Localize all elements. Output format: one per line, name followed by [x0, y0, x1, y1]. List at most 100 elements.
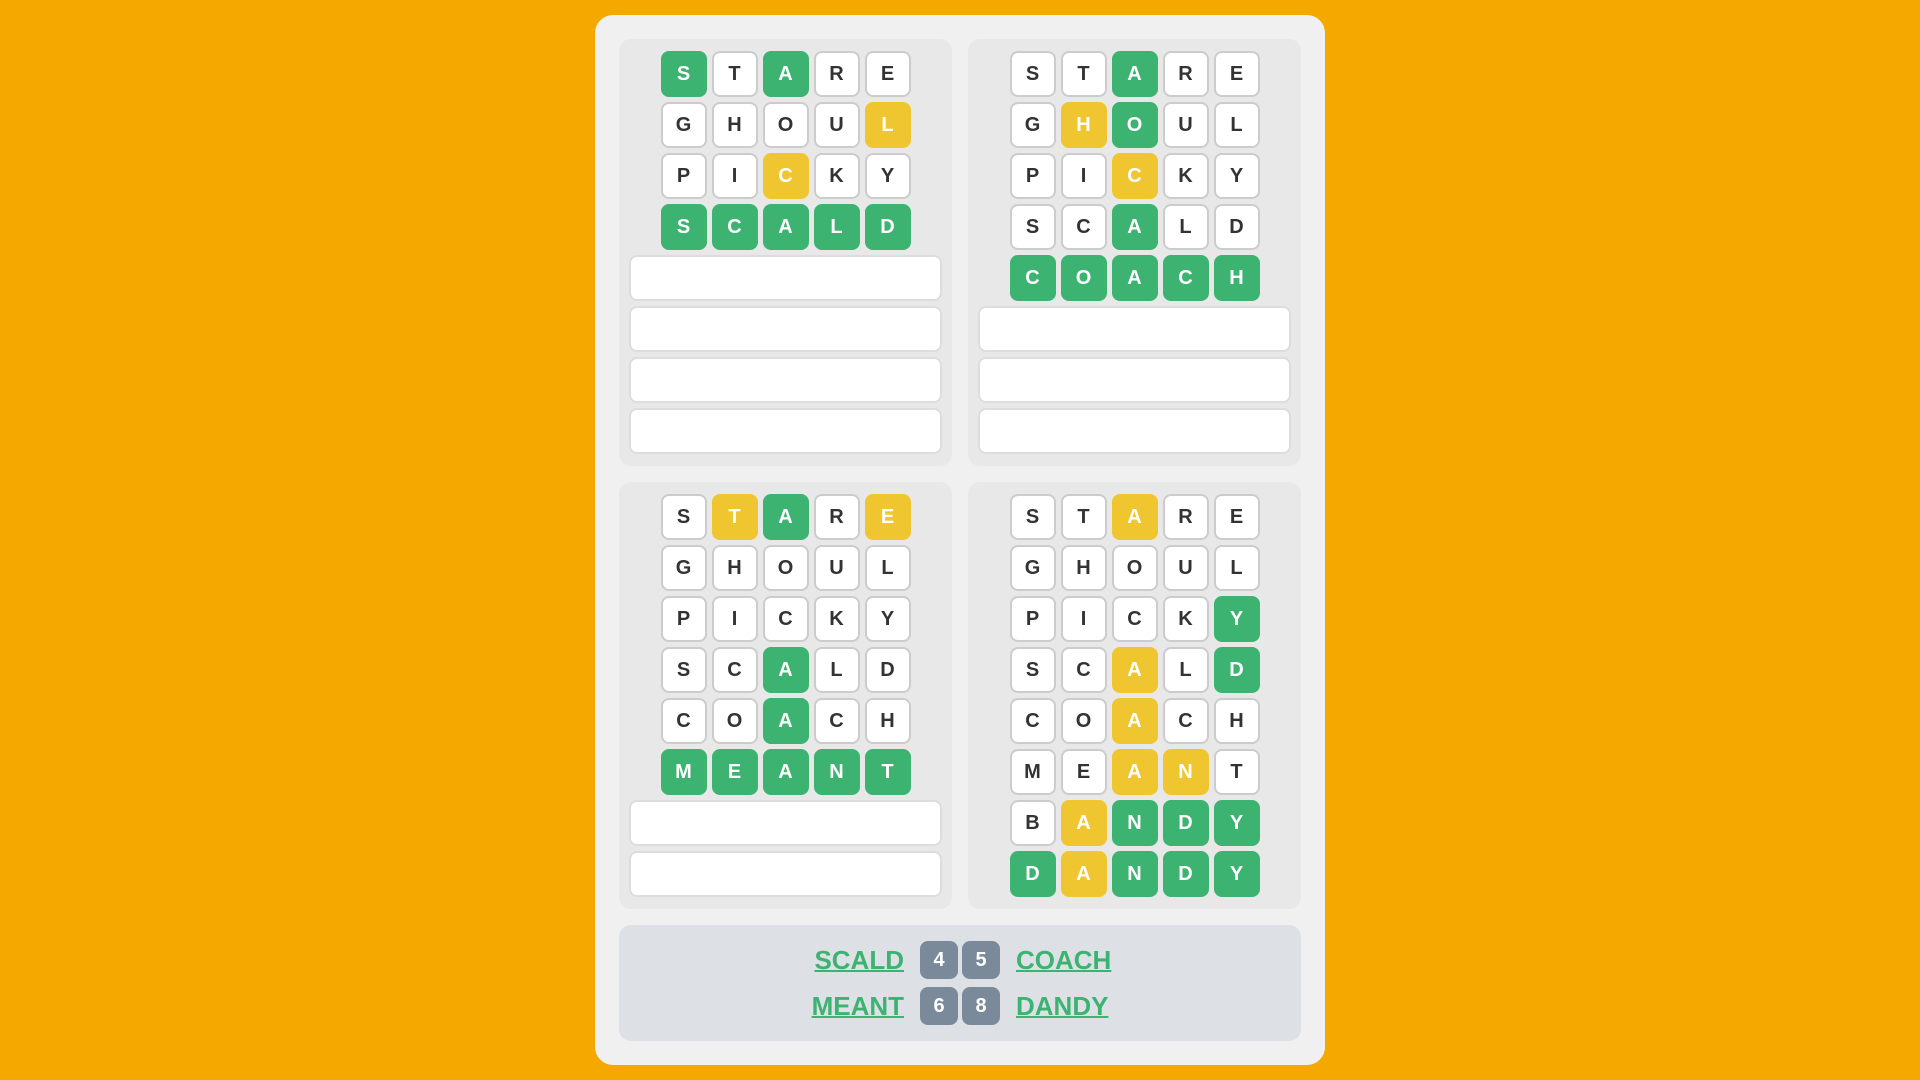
grid-cell: A	[1112, 494, 1158, 540]
grid-cell: O	[1061, 698, 1107, 744]
grid-cell: C	[1112, 596, 1158, 642]
grid-cell: M	[1010, 749, 1056, 795]
grid-cell: A	[1112, 204, 1158, 250]
grid-cell: E	[865, 494, 911, 540]
grid-cell: T	[1214, 749, 1260, 795]
grid-cell: C	[1010, 255, 1056, 301]
grid-row: COACH	[629, 698, 942, 744]
grid-row: SCALD	[629, 204, 942, 250]
grid-cell: L	[1163, 647, 1209, 693]
grid-cell: D	[1163, 851, 1209, 897]
grid-cell: Y	[1214, 153, 1260, 199]
grid-cell: H	[1214, 698, 1260, 744]
grid-cell: R	[814, 51, 860, 97]
grid-cell: C	[763, 596, 809, 642]
grid-cell: A	[1112, 647, 1158, 693]
grid-cell: D	[1163, 800, 1209, 846]
grid-cell: K	[1163, 596, 1209, 642]
grid-cell: H	[1061, 102, 1107, 148]
badges-row1: 4 5	[920, 941, 1000, 979]
grid-cell: Y	[1214, 851, 1260, 897]
grid-cell: S	[1010, 494, 1056, 540]
word-coach[interactable]: COACH	[1016, 945, 1136, 976]
grid-cell: H	[712, 545, 758, 591]
grid-cell: T	[1061, 51, 1107, 97]
grid-cell: L	[814, 647, 860, 693]
grid-cell: C	[712, 204, 758, 250]
grid-row: STARE	[629, 51, 942, 97]
grid-cell: Y	[1214, 596, 1260, 642]
grid-top-left: STAREGHOULPICKYSCALD	[619, 39, 952, 466]
grid-row: GHOUL	[978, 102, 1291, 148]
grid-cell: A	[1112, 51, 1158, 97]
grid-row: MEANT	[978, 749, 1291, 795]
grid-cell: R	[1163, 494, 1209, 540]
grid-cell: A	[763, 647, 809, 693]
grid-cell: P	[1010, 153, 1056, 199]
grid-cell: P	[661, 153, 707, 199]
grid-cell: C	[1061, 204, 1107, 250]
grids-area: STAREGHOULPICKYSCALD STAREGHOULPICKYSCAL…	[619, 39, 1301, 909]
grid-cell: A	[763, 51, 809, 97]
grid-cell: L	[814, 204, 860, 250]
grid-cell: Y	[1214, 800, 1260, 846]
empty-row	[629, 306, 942, 352]
grid-cell: I	[1061, 153, 1107, 199]
grid-cell: H	[1214, 255, 1260, 301]
grid-cell: N	[1163, 749, 1209, 795]
grid-cell: G	[1010, 545, 1056, 591]
word-dandy[interactable]: DANDY	[1016, 991, 1136, 1022]
grid-cell: P	[661, 596, 707, 642]
grid-cell: E	[1061, 749, 1107, 795]
grid-cell: O	[712, 698, 758, 744]
grid-row: PICKY	[629, 153, 942, 199]
grid-row: SCALD	[629, 647, 942, 693]
grid-row: SCALD	[978, 647, 1291, 693]
grid-cell: C	[1061, 647, 1107, 693]
grid-cell: C	[661, 698, 707, 744]
grid-cell: O	[1112, 102, 1158, 148]
grid-cell: A	[763, 494, 809, 540]
grid-cell: I	[712, 153, 758, 199]
grid-cell: T	[712, 494, 758, 540]
grid-cell: Y	[865, 153, 911, 199]
word-meant[interactable]: MEANT	[784, 991, 904, 1022]
empty-row	[629, 255, 942, 301]
badges-row2: 6 8	[920, 987, 1000, 1025]
badge-6: 6	[920, 987, 958, 1025]
grid-cell: S	[661, 647, 707, 693]
grid-cell: R	[1163, 51, 1209, 97]
grid-top-right: STAREGHOULPICKYSCALDCOACH	[968, 39, 1301, 466]
grid-cell: S	[1010, 647, 1056, 693]
grid-cell: H	[712, 102, 758, 148]
grid-row: PICKY	[978, 596, 1291, 642]
grid-cell: I	[712, 596, 758, 642]
grid-cell: C	[1112, 153, 1158, 199]
empty-row	[978, 357, 1291, 403]
grid-cell: O	[1112, 545, 1158, 591]
grid-row: DANDY	[978, 851, 1291, 897]
grid-row: GHOUL	[629, 545, 942, 591]
badge-4: 4	[920, 941, 958, 979]
grid-cell: A	[763, 204, 809, 250]
grid-cell: U	[814, 545, 860, 591]
grid-row: MEANT	[629, 749, 942, 795]
grid-cell: S	[1010, 51, 1056, 97]
grid-cell: T	[865, 749, 911, 795]
grid-cell: E	[712, 749, 758, 795]
grid-cell: H	[865, 698, 911, 744]
word-scald[interactable]: SCALD	[784, 945, 904, 976]
grid-cell: T	[1061, 494, 1107, 540]
grid-cell: B	[1010, 800, 1056, 846]
grid-cell: U	[814, 102, 860, 148]
grid-cell: H	[1061, 545, 1107, 591]
grid-cell: O	[763, 545, 809, 591]
grid-row: COACH	[978, 698, 1291, 744]
grid-cell: C	[712, 647, 758, 693]
grid-cell: A	[763, 749, 809, 795]
grid-cell: L	[865, 545, 911, 591]
grid-row: PICKY	[629, 596, 942, 642]
grid-cell: L	[1214, 102, 1260, 148]
grid-cell: C	[763, 153, 809, 199]
grid-row: BANDY	[978, 800, 1291, 846]
